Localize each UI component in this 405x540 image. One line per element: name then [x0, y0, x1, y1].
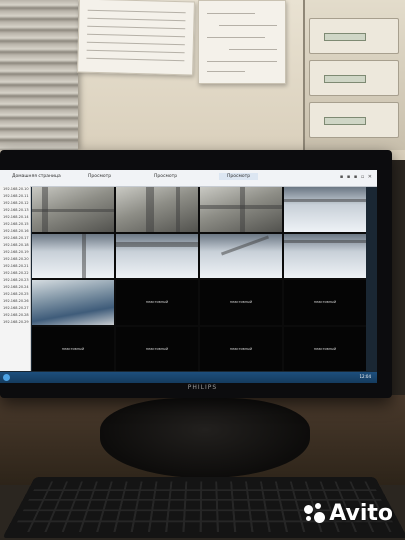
camera-view[interactable]	[200, 187, 282, 232]
avito-watermark: Avito	[304, 501, 393, 526]
sidebar-device-item[interactable]: 192.168.20.12	[0, 200, 30, 207]
no-signal-label: неактивный	[313, 346, 337, 351]
photo-scene: Домашняя страница Просмотр Просмотр Прос…	[0, 0, 405, 540]
tab-home[interactable]: Домашняя страница	[12, 174, 61, 179]
start-button[interactable]	[3, 374, 10, 381]
sidebar-device-item[interactable]: 192.168.20.28	[0, 312, 30, 319]
window-controls-icon[interactable]: ▪ ▪ ▪ ▫ ✕	[340, 174, 373, 180]
no-signal-label: неактивный	[229, 346, 253, 351]
camera-view[interactable]	[284, 187, 366, 232]
tab-view[interactable]: Просмотр	[154, 174, 177, 179]
sidebar-device-item[interactable]: 192.168.20.21	[0, 263, 30, 270]
camera-view-empty[interactable]: неактивный	[32, 326, 114, 371]
tab-view-active[interactable]: Просмотр	[219, 173, 259, 180]
sidebar-device-item[interactable]: 192.168.20.14	[0, 214, 30, 221]
sidebar-device-item[interactable]: 192.168.20.24	[0, 284, 30, 291]
sidebar-device-item[interactable]: 192.168.20.17	[0, 235, 30, 242]
camera-view[interactable]	[284, 233, 366, 278]
avito-logo-icon	[304, 502, 326, 525]
monitor-screen: Домашняя страница Просмотр Просмотр Прос…	[0, 170, 377, 383]
no-signal-label: неактивный	[229, 300, 253, 305]
camera-grid: неактивный неактивный неактивный неактив…	[32, 187, 366, 371]
network-device	[309, 60, 399, 96]
camera-view-empty[interactable]: неактивный	[116, 326, 198, 371]
app-titlebar: Домашняя страница Просмотр Просмотр Прос…	[0, 170, 377, 187]
no-signal-label: неактивный	[145, 346, 169, 351]
camera-view[interactable]	[32, 187, 114, 232]
sidebar-device-item[interactable]: 192.168.20.16	[0, 228, 30, 235]
camera-view[interactable]	[200, 233, 282, 278]
no-signal-label: неактивный	[145, 300, 169, 305]
camera-view[interactable]	[32, 280, 114, 325]
camera-view-empty[interactable]: неактивный	[116, 280, 198, 325]
sidebar-device-item[interactable]: 192.168.20.15	[0, 221, 30, 228]
window-blinds	[0, 0, 78, 150]
wall-diagram	[198, 0, 286, 84]
sidebar-device-item[interactable]: 192.168.20.18	[0, 242, 30, 249]
device-sidebar: 192.168.20.10 192.168.20.11 192.168.20.12 1…	[0, 186, 31, 371]
camera-view-empty[interactable]: неактивный	[200, 280, 282, 325]
no-signal-label: неактивный	[313, 300, 337, 305]
monitor-stand	[100, 398, 310, 478]
windows-taskbar: 12:04	[0, 372, 377, 383]
sidebar-device-item[interactable]: 192.168.20.22	[0, 270, 30, 277]
camera-view-empty[interactable]: неактивный	[200, 326, 282, 371]
sidebar-device-item[interactable]: 192.168.20.27	[0, 305, 30, 312]
camera-view-empty[interactable]: неактивный	[284, 280, 366, 325]
sidebar-device-item[interactable]: 192.168.20.10	[0, 186, 30, 193]
sidebar-device-item[interactable]: 192.168.20.19	[0, 249, 30, 256]
network-device	[309, 18, 399, 54]
tab-view[interactable]: Просмотр	[88, 174, 111, 179]
equipment-rack	[303, 0, 405, 150]
sidebar-device-item[interactable]: 192.168.20.29	[0, 319, 30, 326]
wall-document	[77, 0, 195, 76]
camera-view-empty[interactable]: неактивный	[284, 326, 366, 371]
sidebar-device-item[interactable]: 192.168.20.26	[0, 298, 30, 305]
network-device	[309, 102, 399, 138]
sidebar-device-item[interactable]: 192.168.20.20	[0, 256, 30, 263]
monitor-brand-logo: PHILIPS	[187, 384, 218, 391]
sidebar-device-item[interactable]: 192.168.20.23	[0, 277, 30, 284]
camera-view[interactable]	[116, 233, 198, 278]
sidebar-device-item[interactable]: 192.168.20.13	[0, 207, 30, 214]
sidebar-device-item[interactable]: 192.168.20.25	[0, 291, 30, 298]
camera-view[interactable]	[32, 233, 114, 278]
no-signal-label: неактивный	[61, 346, 85, 351]
taskbar-clock: 12:04	[359, 374, 371, 379]
watermark-text: Avito	[329, 501, 393, 526]
sidebar-device-item[interactable]: 192.168.20.11	[0, 193, 30, 200]
camera-view[interactable]	[116, 187, 198, 232]
